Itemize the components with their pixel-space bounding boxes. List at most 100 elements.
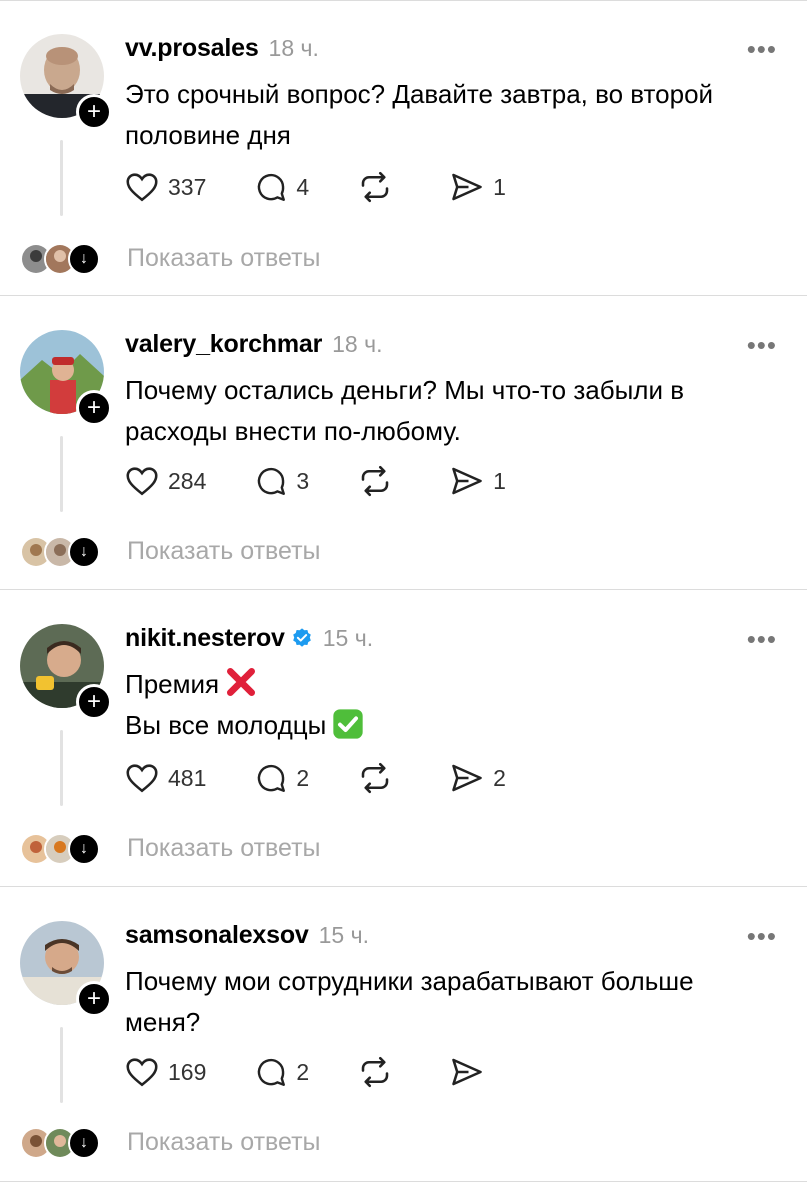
post: + samsonalexsov 15 ч. ••• Почему мои сот… bbox=[0, 887, 807, 1182]
post-text-line: Это срочный вопрос? Давайте завтра, во в… bbox=[125, 79, 714, 109]
more-icon[interactable]: ••• bbox=[747, 330, 777, 361]
action-bar: 481 2 2 bbox=[124, 758, 554, 798]
thread-line bbox=[60, 730, 63, 806]
post: + vv.prosales 18 ч. ••• Это срочный вопр… bbox=[0, 0, 807, 296]
heart-icon bbox=[126, 467, 158, 496]
post-text: Почему остались деньги? Мы что-то забыли… bbox=[125, 370, 785, 452]
post: + valery_korchmar 18 ч. ••• Почему остал… bbox=[0, 296, 807, 590]
follow-button[interactable]: + bbox=[76, 684, 112, 720]
repost-icon bbox=[361, 1056, 389, 1088]
heart-icon bbox=[126, 1058, 158, 1087]
chevron-down-icon: ↓ bbox=[68, 1127, 100, 1159]
follow-button[interactable]: + bbox=[76, 94, 112, 130]
show-replies-link[interactable]: Показать ответы bbox=[127, 1128, 321, 1157]
post-text-segment: Премия bbox=[125, 669, 220, 699]
post-header: samsonalexsov 15 ч. bbox=[125, 920, 369, 950]
follow-button[interactable]: + bbox=[76, 981, 112, 1017]
like-button[interactable]: 169 bbox=[124, 1054, 206, 1090]
username[interactable]: vv.prosales bbox=[125, 34, 259, 63]
comment-button[interactable]: 4 bbox=[254, 170, 309, 204]
heart-icon bbox=[126, 764, 158, 793]
follow-button[interactable]: + bbox=[76, 390, 112, 426]
post-time: 15 ч. bbox=[322, 624, 374, 651]
send-icon bbox=[452, 1058, 482, 1086]
share-count: 2 bbox=[493, 764, 506, 791]
post-text: Это срочный вопрос? Давайте завтра, во в… bbox=[125, 74, 785, 156]
repost-button[interactable] bbox=[357, 760, 401, 796]
more-icon[interactable]: ••• bbox=[747, 921, 777, 952]
plus-icon: + bbox=[86, 98, 101, 125]
like-button[interactable]: 481 bbox=[124, 760, 206, 796]
post-time: 18 ч. bbox=[268, 34, 319, 61]
repost-icon bbox=[361, 171, 389, 203]
comment-count: 3 bbox=[296, 467, 310, 494]
comment-count: 2 bbox=[296, 764, 310, 791]
comment-icon bbox=[258, 1058, 286, 1086]
action-bar: 337 4 1 bbox=[124, 167, 554, 207]
action-bar: 169 2 bbox=[124, 1052, 541, 1092]
repost-button[interactable] bbox=[357, 463, 401, 499]
post-text-line: половине дня bbox=[125, 120, 291, 150]
share-button[interactable] bbox=[449, 1054, 493, 1090]
post-text-line: Почему остались деньги? Мы что-то забыли… bbox=[125, 375, 685, 405]
comment-icon bbox=[258, 173, 286, 201]
repost-icon bbox=[361, 762, 389, 794]
like-button[interactable]: 337 bbox=[124, 169, 206, 205]
comment-icon bbox=[258, 764, 286, 792]
chevron-down-icon: ↓ bbox=[68, 536, 100, 568]
post-header: nikit.nesterov 15 ч. bbox=[125, 623, 373, 653]
username[interactable]: valery_korchmar bbox=[125, 330, 322, 359]
comment-button[interactable]: 3 bbox=[254, 464, 309, 498]
comment-icon bbox=[258, 467, 286, 495]
comment-button[interactable]: 2 bbox=[254, 1055, 309, 1089]
repost-button[interactable] bbox=[357, 169, 401, 205]
post-header: vv.prosales 18 ч. bbox=[125, 33, 319, 63]
show-replies-link[interactable]: Показать ответы bbox=[127, 537, 321, 566]
send-icon bbox=[452, 173, 482, 201]
repost-button[interactable] bbox=[357, 1054, 401, 1090]
replies-avatars[interactable]: ↓ bbox=[20, 536, 100, 568]
plus-icon: + bbox=[86, 688, 101, 715]
divider bbox=[0, 1181, 807, 1182]
replies-avatars[interactable]: ↓ bbox=[20, 833, 100, 865]
chevron-down-icon: ↓ bbox=[68, 243, 100, 275]
like-count: 284 bbox=[168, 467, 207, 494]
post-time: 15 ч. bbox=[318, 921, 369, 948]
thread-feed: + vv.prosales 18 ч. ••• Это срочный вопр… bbox=[0, 0, 807, 1200]
post-time: 18 ч. bbox=[332, 330, 383, 357]
send-icon bbox=[452, 764, 482, 792]
post-text-line: Почему мои сотрудники зарабатывают больш… bbox=[125, 966, 694, 996]
comment-button[interactable]: 2 bbox=[254, 761, 309, 795]
show-replies-link[interactable]: Показать ответы bbox=[127, 244, 321, 273]
username[interactable]: samsonalexsov bbox=[125, 921, 309, 950]
send-icon bbox=[452, 467, 482, 495]
replies-avatars[interactable]: ↓ bbox=[20, 243, 100, 275]
heart-icon bbox=[126, 173, 158, 202]
comment-count: 4 bbox=[296, 173, 310, 200]
share-button[interactable]: 1 bbox=[449, 463, 506, 499]
post-text-line: расходы внести по-любому. bbox=[125, 416, 461, 446]
cross-mark-icon bbox=[227, 668, 256, 696]
more-icon[interactable]: ••• bbox=[747, 34, 777, 65]
replies-avatars[interactable]: ↓ bbox=[20, 1127, 100, 1159]
comment-count: 2 bbox=[296, 1058, 310, 1085]
repost-icon bbox=[361, 465, 389, 497]
post-text-line: Вы все молодцы bbox=[125, 705, 785, 746]
check-mark-icon bbox=[333, 709, 363, 739]
action-bar: 284 3 1 bbox=[124, 461, 554, 501]
more-icon[interactable]: ••• bbox=[747, 624, 777, 655]
post-text-segment: Вы все молодцы bbox=[125, 710, 327, 740]
like-button[interactable]: 284 bbox=[124, 463, 206, 499]
plus-icon: + bbox=[86, 394, 101, 421]
like-count: 481 bbox=[168, 764, 207, 791]
share-button[interactable]: 2 bbox=[449, 760, 506, 796]
post-text: Премия Вы все молодцы bbox=[125, 664, 785, 746]
share-button[interactable]: 1 bbox=[449, 169, 506, 205]
post: + nikit.nesterov 15 ч. ••• Премия Вы все… bbox=[0, 590, 807, 887]
show-replies-link[interactable]: Показать ответы bbox=[127, 834, 321, 863]
username[interactable]: nikit.nesterov bbox=[125, 624, 285, 653]
thread-line bbox=[60, 140, 63, 216]
post-header: valery_korchmar 18 ч. bbox=[125, 329, 383, 359]
share-count: 1 bbox=[493, 467, 506, 494]
post-text-line: меня? bbox=[125, 1007, 201, 1037]
